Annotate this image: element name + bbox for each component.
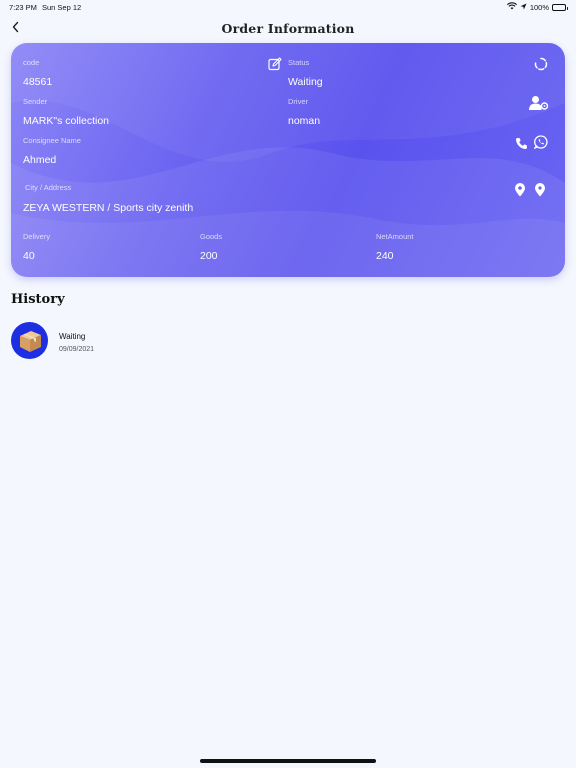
map-pin-icon <box>535 183 545 197</box>
assign-driver-icon <box>529 96 549 110</box>
refresh-button[interactable] <box>533 56 549 72</box>
wifi-icon <box>506 2 517 12</box>
edit-button[interactable] <box>267 56 283 72</box>
status-time: 7:23 PM <box>9 3 37 12</box>
map-button[interactable] <box>532 182 548 198</box>
edit-icon <box>268 57 282 71</box>
location-button[interactable] <box>512 182 528 198</box>
phone-icon <box>515 137 527 149</box>
home-indicator[interactable] <box>200 759 376 763</box>
consignee-label: Consignee Name <box>23 136 81 145</box>
refresh-icon <box>534 57 548 71</box>
history-item[interactable]: Waiting 09/09/2021 <box>11 322 311 360</box>
status-value: Waiting <box>288 76 323 88</box>
net-amount-value: 240 <box>376 250 394 262</box>
consignee-value: Ahmed <box>23 154 57 166</box>
history-avatar <box>11 322 48 359</box>
status-bar: 7:23 PM Sun Sep 12 100% <box>0 0 576 14</box>
battery-percent: 100% <box>529 2 549 12</box>
goods-label: Goods <box>200 232 223 241</box>
address-value: ZEYA WESTERN / Sports city zenith <box>23 202 194 214</box>
sender-value: MARK"s collection <box>23 115 110 127</box>
net-amount-label: NetAmount <box>376 232 414 241</box>
order-card: code 48561 Status Waiting Sender MARK"s … <box>11 43 565 277</box>
driver-value: noman <box>288 115 321 127</box>
code-label: code <box>23 58 40 67</box>
driver-label: Driver <box>288 97 308 106</box>
location-pin-icon <box>515 183 525 197</box>
assign-driver-button[interactable] <box>529 95 549 111</box>
delivery-label: Delivery <box>23 232 51 241</box>
delivery-value: 40 <box>23 250 35 262</box>
status-indicators: 100% <box>506 2 568 12</box>
sender-label: Sender <box>23 97 48 106</box>
battery-icon <box>552 3 568 11</box>
history-status: Waiting <box>59 332 86 341</box>
code-value: 48561 <box>23 76 53 88</box>
whatsapp-icon <box>534 135 548 149</box>
address-label: City / Address <box>25 183 72 192</box>
goods-value: 200 <box>200 250 218 262</box>
whatsapp-button[interactable] <box>533 134 549 150</box>
location-arrow-icon <box>520 3 527 12</box>
status-label: Status <box>288 58 310 67</box>
history-title: History <box>11 292 65 307</box>
package-box-icon <box>20 331 41 352</box>
status-date: Sun Sep 12 <box>42 3 82 12</box>
nav-bar: Order Information <box>0 14 576 42</box>
page-title: Order Information <box>221 21 355 36</box>
call-button[interactable] <box>513 135 529 151</box>
history-date: 09/09/2021 <box>59 346 95 353</box>
